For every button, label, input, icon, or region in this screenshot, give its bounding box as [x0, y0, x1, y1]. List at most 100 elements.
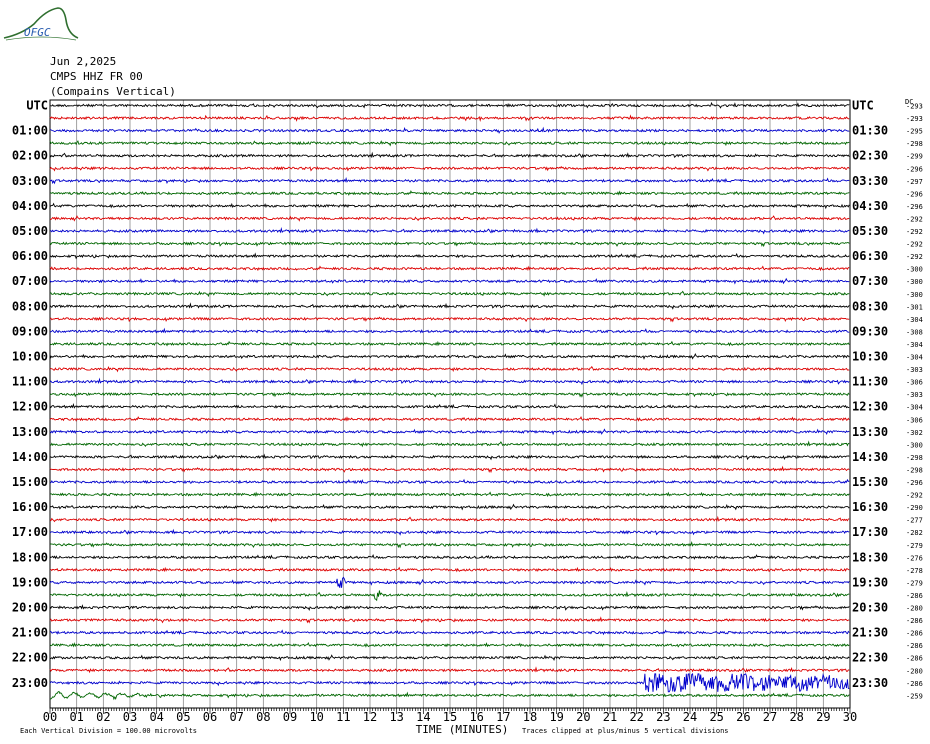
hour-label-left: 12:00: [12, 400, 48, 414]
x-tick-label: 09: [283, 710, 297, 724]
x-tick-label: 02: [96, 710, 110, 724]
x-tick-label: 20: [576, 710, 590, 724]
dc-offset-label: -277: [906, 517, 923, 525]
hour-label-right: 21:30: [852, 626, 888, 640]
clip-note: Traces clipped at plus/minus 5 vertical …: [522, 727, 729, 735]
dc-offset-label: -298: [906, 454, 923, 462]
dc-offset-label: -292: [906, 253, 923, 261]
x-tick-label: 24: [683, 710, 697, 724]
x-tick-label: 11: [336, 710, 350, 724]
dc-offset-label: -286: [906, 655, 923, 663]
x-tick-label: 04: [149, 710, 163, 724]
hour-label-left: 01:00: [12, 124, 48, 138]
dc-offset-label: -306: [906, 379, 923, 387]
x-tick-label: 05: [176, 710, 190, 724]
scale-note: Each Vertical Division = 100.00 microvol…: [20, 727, 197, 735]
x-tick-label: 16: [469, 710, 483, 724]
dc-offset-label: -304: [906, 354, 923, 362]
dc-offset-label: -296: [906, 479, 923, 487]
dc-offset-label: -282: [906, 529, 923, 537]
hour-label-right: 20:30: [852, 601, 888, 615]
hour-label-right: 15:30: [852, 475, 888, 489]
dc-offset-label: -300: [906, 278, 923, 286]
dc-offset-label: -292: [906, 228, 923, 236]
hour-label-left: 04:00: [12, 199, 48, 213]
x-axis-title: TIME (MINUTES): [416, 723, 509, 736]
hour-label-left: 14:00: [12, 450, 48, 464]
dc-offset-label: -308: [906, 328, 923, 336]
x-tick-label: 23: [656, 710, 670, 724]
x-tick-label: 03: [123, 710, 137, 724]
x-tick-label: 21: [603, 710, 617, 724]
x-tick-label: 00: [43, 710, 57, 724]
x-tick-label: 01: [69, 710, 83, 724]
dc-offset-label: -306: [906, 416, 923, 424]
hour-label-right: 12:30: [852, 400, 888, 414]
dc-offset-label: -292: [906, 241, 923, 249]
x-tick-label: 06: [203, 710, 217, 724]
dc-offset-label: -303: [906, 391, 923, 399]
hour-label-right: 06:30: [852, 249, 888, 263]
dc-header: DC: [905, 98, 913, 106]
hour-label-left: 23:00: [12, 676, 48, 690]
dc-offset-label: -279: [906, 542, 923, 550]
hour-label-right: 04:30: [852, 199, 888, 213]
x-tick-label: 13: [389, 710, 403, 724]
hour-label-right: 19:30: [852, 575, 888, 589]
dc-offset-label: -286: [906, 592, 923, 600]
hour-label-right: 08:30: [852, 299, 888, 313]
hour-label-right: 14:30: [852, 450, 888, 464]
hour-label-left: UTC: [26, 99, 48, 113]
dc-offset-label: -290: [906, 504, 923, 512]
x-tick-label: 08: [256, 710, 270, 724]
dc-offset-label: -300: [906, 266, 923, 274]
x-tick-label: 19: [549, 710, 563, 724]
x-tick-label: 15: [443, 710, 457, 724]
hour-label-right: 23:30: [852, 676, 888, 690]
hour-label-right: 17:30: [852, 525, 888, 539]
dc-offset-label: -286: [906, 630, 923, 638]
dc-offset-label: -296: [906, 190, 923, 198]
x-tick-label: 30: [843, 710, 857, 724]
hour-label-left: 17:00: [12, 525, 48, 539]
x-tick-label: 10: [309, 710, 323, 724]
hour-label-right: 18:30: [852, 550, 888, 564]
x-tick-label: 12: [363, 710, 377, 724]
dc-offset-label: -286: [906, 642, 923, 650]
dc-offset-label: -296: [906, 203, 923, 211]
dc-offset-label: -300: [906, 291, 923, 299]
dc-offset-label: -280: [906, 605, 923, 613]
x-tick-label: 22: [629, 710, 643, 724]
dc-offset-label: -299: [906, 153, 923, 161]
hour-label-right: UTC: [852, 99, 874, 113]
hour-label-left: 03:00: [12, 174, 48, 188]
dc-offset-label: -295: [906, 128, 923, 136]
dc-offset-label: -300: [906, 441, 923, 449]
x-tick-label: 29: [816, 710, 830, 724]
dc-offset-label: -276: [906, 554, 923, 562]
helicorder-chart: -293-293-295-298-299-296-297-296-296-292…: [12, 98, 923, 736]
hour-label-right: 22:30: [852, 651, 888, 665]
dc-offset-label: -298: [906, 140, 923, 148]
hour-label-right: 03:30: [852, 174, 888, 188]
hour-label-left: 13:00: [12, 425, 48, 439]
hour-label-right: 01:30: [852, 124, 888, 138]
hour-label-left: 21:00: [12, 626, 48, 640]
hour-label-left: 10:00: [12, 350, 48, 364]
hour-label-left: 06:00: [12, 249, 48, 263]
hour-label-left: 15:00: [12, 475, 48, 489]
hour-label-left: 22:00: [12, 651, 48, 665]
dc-offset-label: -293: [906, 115, 923, 123]
x-tick-label: 27: [763, 710, 777, 724]
hour-label-right: 13:30: [852, 425, 888, 439]
hour-label-left: 11:00: [12, 375, 48, 389]
x-tick-label: 26: [736, 710, 750, 724]
hour-label-right: 10:30: [852, 350, 888, 364]
hour-label-left: 20:00: [12, 601, 48, 615]
hour-label-right: 09:30: [852, 324, 888, 338]
dc-offset-label: -259: [906, 692, 923, 700]
x-tick-label: 07: [229, 710, 243, 724]
hour-label-left: 18:00: [12, 550, 48, 564]
dc-offset-label: -280: [906, 667, 923, 675]
dc-offset-label: -304: [906, 404, 923, 412]
